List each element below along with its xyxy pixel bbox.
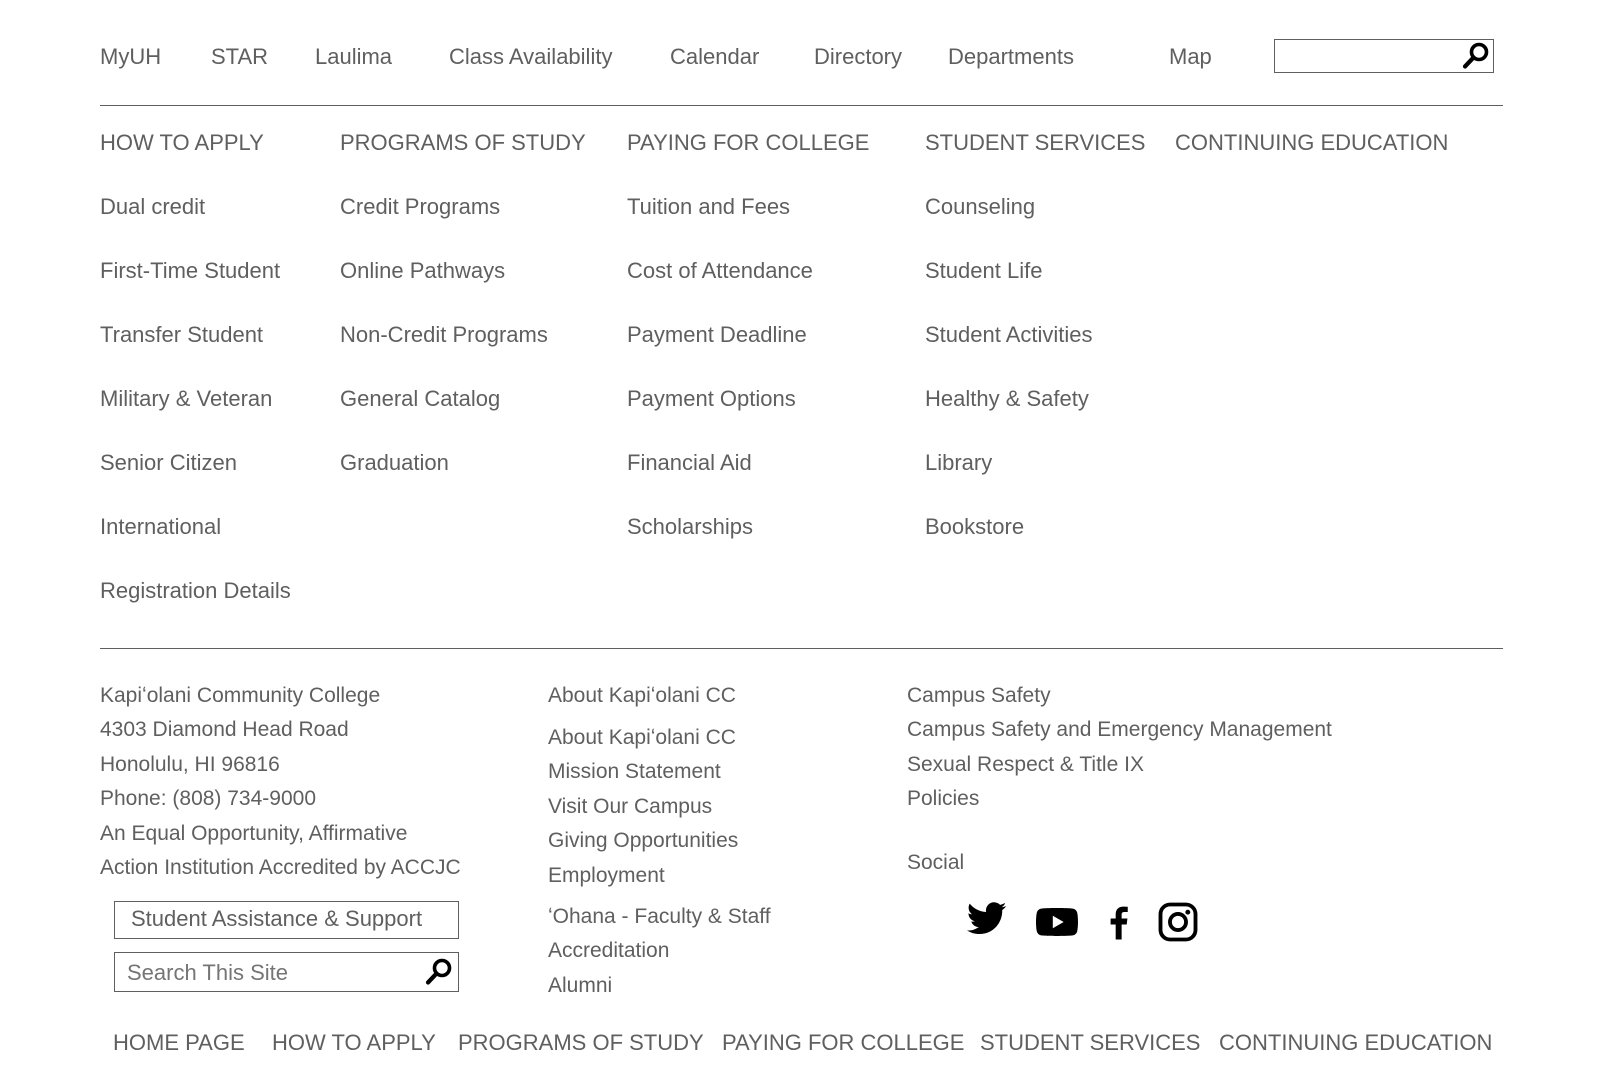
top-nav-departments[interactable]: Departments: [948, 44, 1074, 70]
footer-link-campus-safety-emergency[interactable]: Campus Safety and Emergency Management: [907, 718, 1332, 742]
bottom-nav-programs-of-study[interactable]: PROGRAMS OF STUDY: [458, 1030, 704, 1056]
top-nav-class-availability[interactable]: Class Availability: [449, 44, 612, 70]
menu-heading-continuing-education[interactable]: CONTINUING EDUCATION: [1175, 130, 1448, 156]
menu-item-graduation[interactable]: Graduation: [340, 450, 449, 476]
search-icon[interactable]: [424, 957, 454, 987]
site-search-input[interactable]: [125, 955, 409, 991]
menu-heading-paying-for-college[interactable]: PAYING FOR COLLEGE: [627, 130, 869, 156]
footer-link-employment[interactable]: Employment: [548, 864, 665, 888]
bottom-nav-continuing-education[interactable]: CONTINUING EDUCATION: [1219, 1030, 1492, 1056]
menu-item-scholarships[interactable]: Scholarships: [627, 514, 753, 540]
footer-link-sexual-respect-title-ix[interactable]: Sexual Respect & Title IX: [907, 753, 1144, 777]
bottom-nav-student-services[interactable]: STUDENT SERVICES: [980, 1030, 1200, 1056]
eo-statement-line2: Action Institution Accredited by ACCJC: [100, 856, 461, 879]
menu-heading-programs-of-study[interactable]: PROGRAMS OF STUDY: [340, 130, 586, 156]
menu-item-international[interactable]: International: [100, 514, 221, 540]
top-nav-calendar[interactable]: Calendar: [670, 44, 759, 70]
top-search: [1274, 39, 1494, 73]
site-search: [114, 952, 459, 992]
address-street: 4303 Diamond Head Road: [100, 718, 349, 741]
menu-item-bookstore[interactable]: Bookstore: [925, 514, 1024, 540]
footer-link-mission-statement[interactable]: Mission Statement: [548, 760, 721, 784]
student-assistance-button[interactable]: Student Assistance & Support: [114, 901, 459, 939]
menu-item-library[interactable]: Library: [925, 450, 992, 476]
menu-item-payment-deadline[interactable]: Payment Deadline: [627, 322, 807, 348]
top-search-input[interactable]: [1281, 41, 1465, 73]
menu-item-credit-programs[interactable]: Credit Programs: [340, 194, 500, 220]
menu-item-counseling[interactable]: Counseling: [925, 194, 1035, 220]
menu-item-general-catalog[interactable]: General Catalog: [340, 386, 500, 412]
menu-item-non-credit-programs[interactable]: Non-Credit Programs: [340, 322, 548, 348]
facebook-icon[interactable]: [1098, 901, 1140, 943]
footer-link-about[interactable]: About Kapiʻolani CC: [548, 726, 736, 750]
search-icon[interactable]: [1461, 41, 1491, 71]
twitter-icon[interactable]: [966, 898, 1008, 940]
menu-item-online-pathways[interactable]: Online Pathways: [340, 258, 505, 284]
top-nav-myuh[interactable]: MyUH: [100, 44, 161, 70]
student-assistance-label: Student Assistance & Support: [131, 906, 423, 931]
college-name: Kapiʻolani Community College: [100, 684, 381, 707]
phone-number: Phone: (808) 734-9000: [100, 787, 316, 810]
footer-link-campus-safety[interactable]: Campus Safety: [907, 684, 1051, 708]
menu-heading-how-to-apply[interactable]: HOW TO APPLY: [100, 130, 264, 156]
divider-bottom: [100, 648, 1503, 649]
social-heading: Social: [907, 851, 965, 874]
top-nav-star[interactable]: STAR: [211, 44, 268, 70]
menu-item-student-life[interactable]: Student Life: [925, 258, 1042, 284]
menu-item-tuition-and-fees[interactable]: Tuition and Fees: [627, 194, 790, 220]
top-nav-map[interactable]: Map: [1169, 44, 1212, 70]
menu-item-student-activities[interactable]: Student Activities: [925, 322, 1093, 348]
footer-link-accreditation[interactable]: Accreditation: [548, 939, 669, 963]
instagram-icon[interactable]: [1157, 901, 1199, 943]
menu-item-dual-credit[interactable]: Dual credit: [100, 194, 205, 220]
menu-item-first-time-student[interactable]: First-Time Student: [100, 258, 280, 284]
footer-link-policies[interactable]: Policies: [907, 787, 979, 811]
menu-item-financial-aid[interactable]: Financial Aid: [627, 450, 752, 476]
footer-link-ohana[interactable]: ʻOhana - Faculty & Staff: [548, 905, 771, 929]
footer-link-visit-our-campus[interactable]: Visit Our Campus: [548, 795, 712, 819]
bottom-nav-paying-for-college[interactable]: PAYING FOR COLLEGE: [722, 1030, 964, 1056]
menu-item-healthy-safety[interactable]: Healthy & Safety: [925, 386, 1089, 412]
address-city: Honolulu, HI 96816: [100, 753, 280, 776]
divider-top: [100, 105, 1503, 106]
menu-item-registration-details[interactable]: Registration Details: [100, 578, 291, 604]
menu-item-senior-citizen[interactable]: Senior Citizen: [100, 450, 237, 476]
footer-link-giving-opportunities[interactable]: Giving Opportunities: [548, 829, 738, 853]
bottom-nav-home-page[interactable]: HOME PAGE: [113, 1030, 245, 1056]
menu-item-transfer-student[interactable]: Transfer Student: [100, 322, 263, 348]
youtube-icon[interactable]: [1036, 901, 1078, 943]
menu-heading-student-services[interactable]: STUDENT SERVICES: [925, 130, 1145, 156]
top-nav-directory[interactable]: Directory: [814, 44, 902, 70]
about-heading: About Kapiʻolani CC: [548, 684, 736, 707]
menu-item-cost-of-attendance[interactable]: Cost of Attendance: [627, 258, 813, 284]
eo-statement-line1: An Equal Opportunity, Affirmative: [100, 822, 408, 845]
top-nav-laulima[interactable]: Laulima: [315, 44, 392, 70]
menu-item-military-veteran[interactable]: Military & Veteran: [100, 386, 272, 412]
menu-item-payment-options[interactable]: Payment Options: [627, 386, 796, 412]
footer-link-alumni[interactable]: Alumni: [548, 974, 612, 998]
bottom-nav-how-to-apply[interactable]: HOW TO APPLY: [272, 1030, 436, 1056]
